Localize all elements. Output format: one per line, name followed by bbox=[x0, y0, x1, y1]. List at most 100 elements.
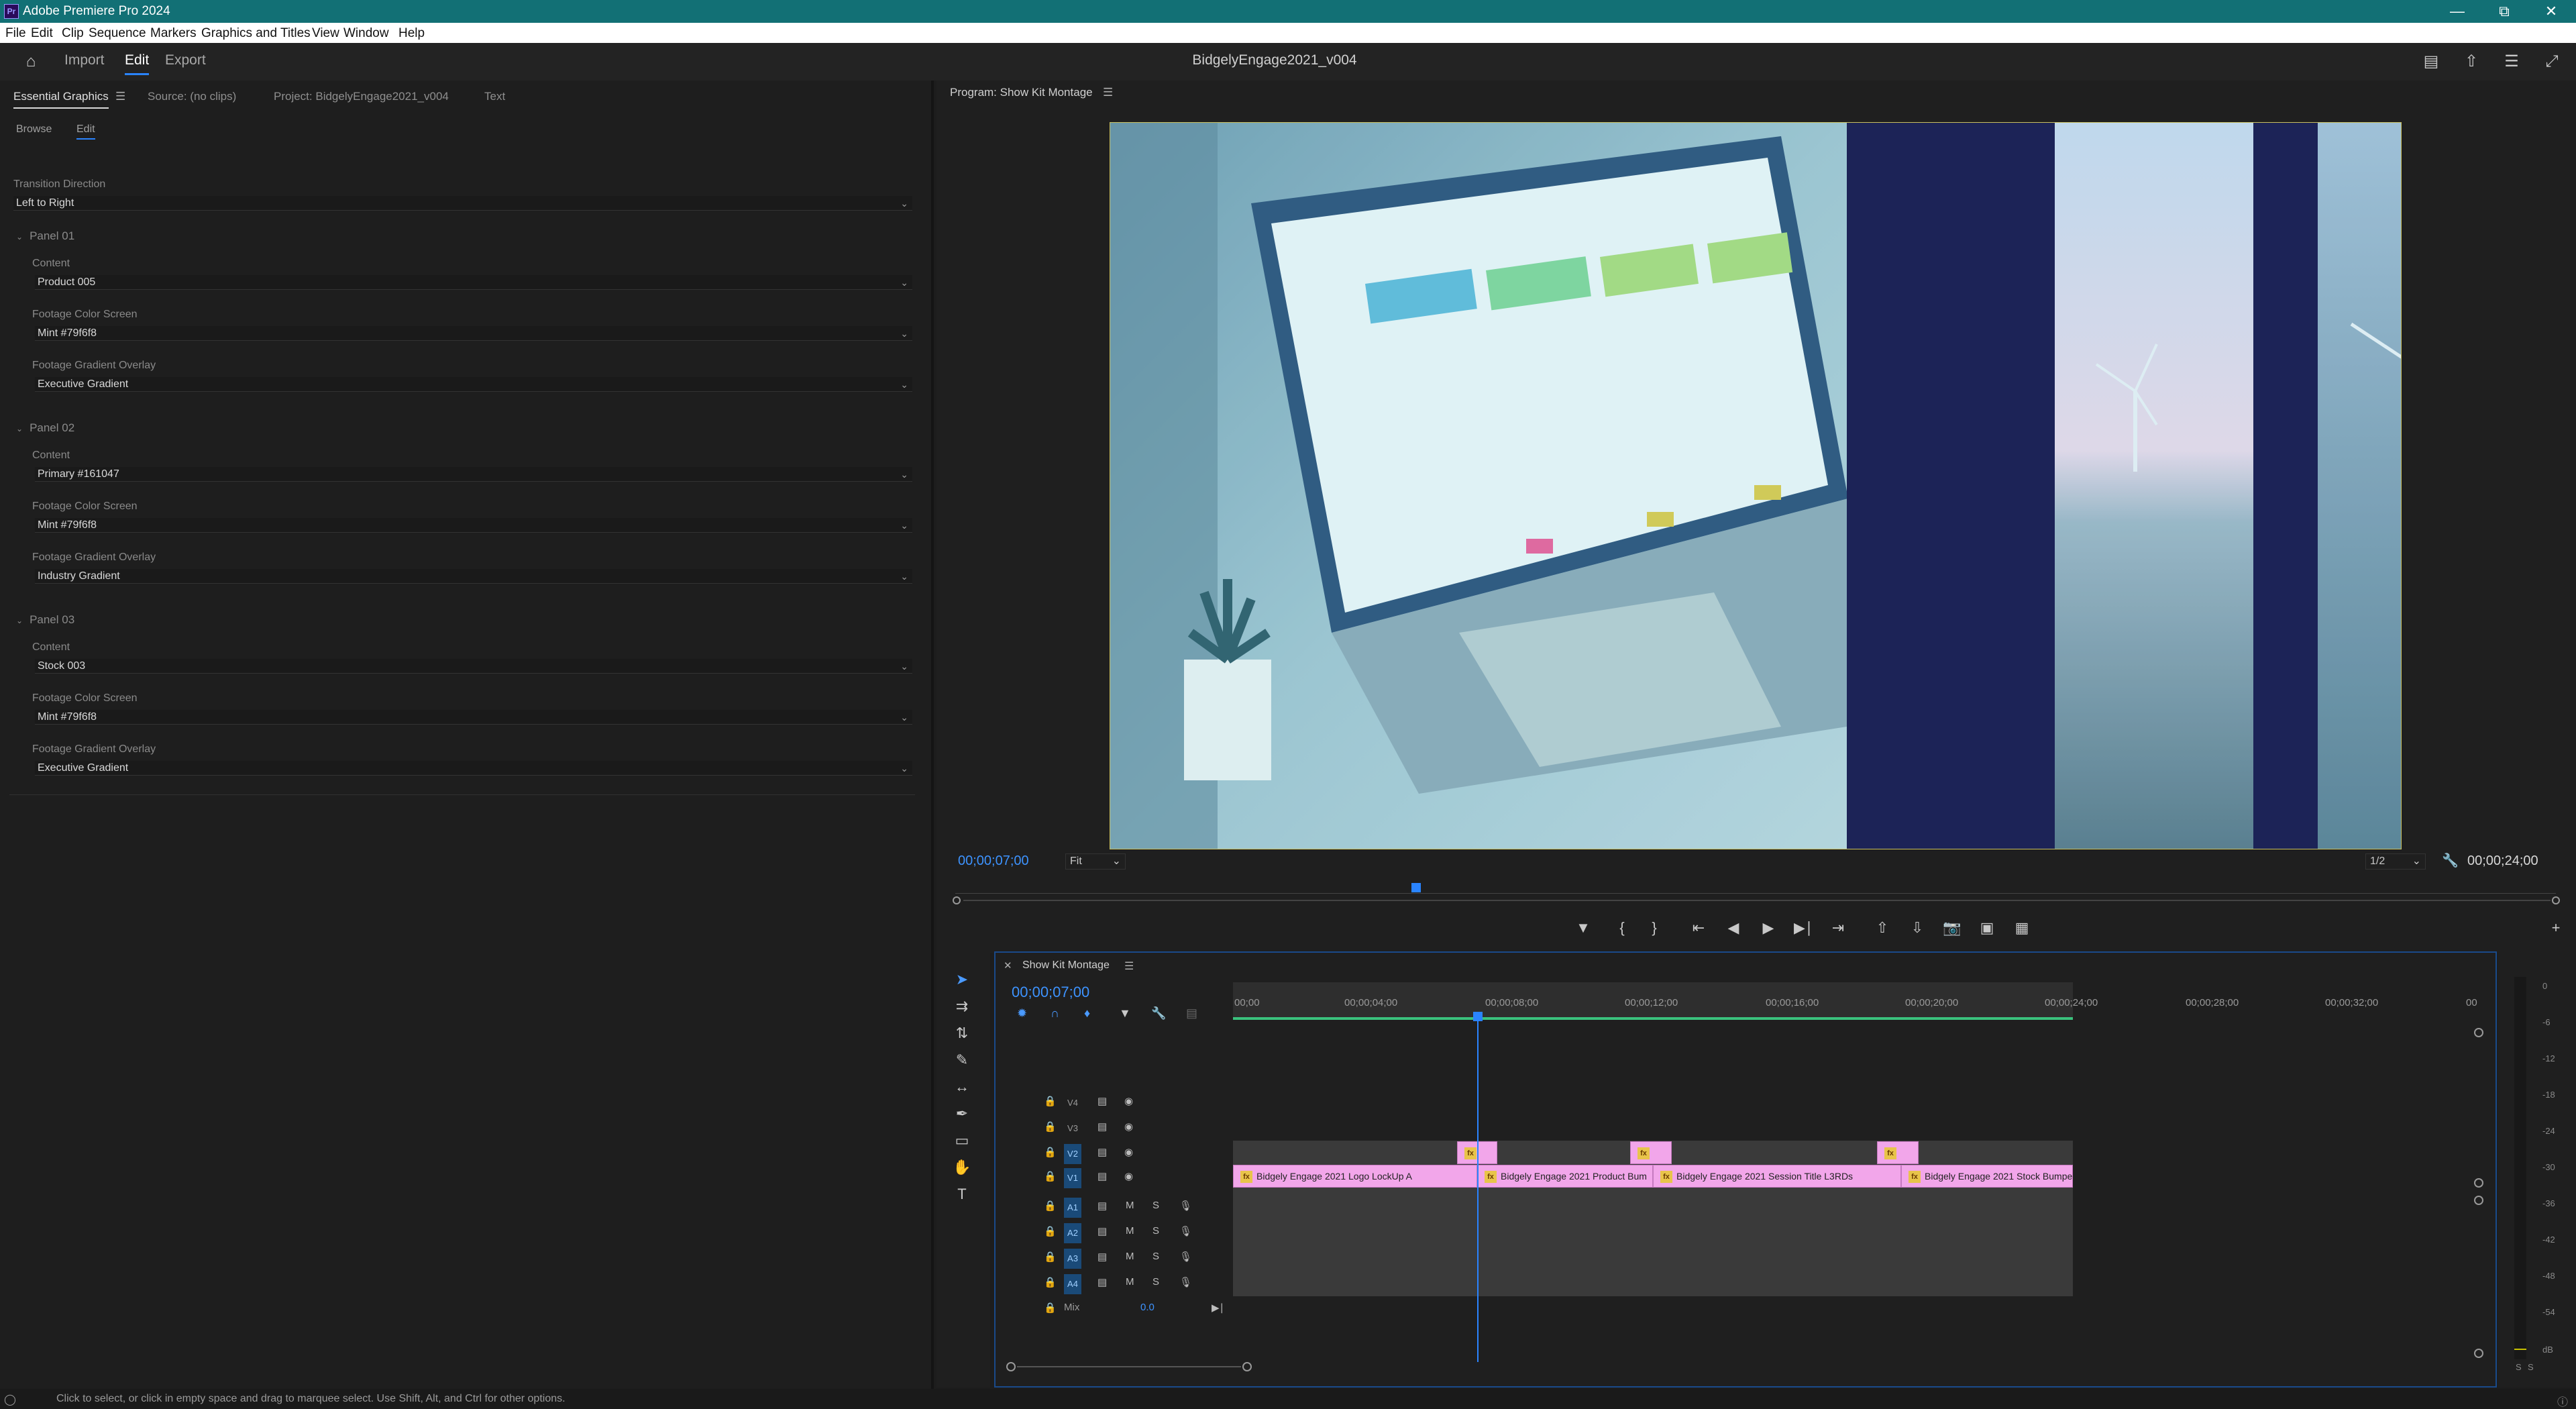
panel-01-header[interactable]: ⌄ Panel 01 bbox=[16, 229, 74, 243]
track-label[interactable]: V2 bbox=[1064, 1144, 1081, 1164]
compare-icon[interactable]: ▣ bbox=[1975, 918, 1999, 938]
timeline-scrollbar[interactable] bbox=[1017, 1366, 1241, 1367]
lock-icon[interactable]: 🔒 bbox=[1044, 1095, 1057, 1107]
menu-help[interactable]: Help bbox=[398, 26, 425, 41]
graphic-clip[interactable]: fx bbox=[1877, 1141, 1919, 1164]
razor-tool-icon[interactable]: ✎ bbox=[950, 1048, 974, 1072]
solo-button[interactable]: S bbox=[1152, 1251, 1159, 1262]
zoom-handle-right[interactable] bbox=[2552, 896, 2560, 904]
lock-icon[interactable]: 🔒 bbox=[1044, 1120, 1057, 1133]
resolution-dropdown[interactable]: 1/2 ⌄ bbox=[2365, 853, 2426, 870]
sync-icon[interactable]: ▤ bbox=[1097, 1146, 1107, 1158]
timeline-clip[interactable]: fx Bidgely Engage 2021 Stock Bumpe bbox=[1901, 1165, 2073, 1188]
tab-essential-graphics[interactable]: Essential Graphics bbox=[13, 90, 109, 109]
sync-icon[interactable]: ▤ bbox=[1097, 1120, 1107, 1133]
type-tool-icon[interactable]: T bbox=[950, 1182, 974, 1206]
solo-button[interactable]: S bbox=[1152, 1276, 1159, 1288]
info-icon[interactable]: ⓘ bbox=[2557, 1393, 2568, 1409]
vertical-scroll-handle[interactable] bbox=[2474, 1178, 2483, 1188]
zoom-handle-left[interactable] bbox=[953, 896, 961, 904]
timeline-settings-icon[interactable]: 🔧 bbox=[1151, 1006, 1166, 1021]
track-label[interactable]: A2 bbox=[1064, 1223, 1081, 1243]
nest-icon[interactable]: ✹ bbox=[1017, 1006, 1027, 1021]
go-to-out-icon[interactable]: ⇥ bbox=[1826, 918, 1850, 938]
vertical-scroll-handle[interactable] bbox=[2474, 1028, 2483, 1037]
eye-icon[interactable]: ◉ bbox=[1124, 1095, 1133, 1107]
panel-02-color-screen-dropdown[interactable]: Mint #79f6f8 ⌄ bbox=[35, 518, 912, 533]
panel-01-gradient-overlay-dropdown[interactable]: Executive Gradient ⌄ bbox=[35, 377, 912, 392]
solo-button[interactable]: S bbox=[1152, 1225, 1159, 1237]
track-label[interactable]: A3 bbox=[1064, 1249, 1081, 1269]
mute-button[interactable]: M bbox=[1126, 1225, 1134, 1237]
selection-tool-icon[interactable]: ➤ bbox=[950, 968, 974, 992]
tab-project[interactable]: Project: BidgelyEngage2021_v004 bbox=[274, 90, 449, 103]
microphone-icon[interactable]: 🎙 bbox=[1179, 1225, 1192, 1237]
eye-icon[interactable]: ◉ bbox=[1124, 1170, 1133, 1182]
lock-icon[interactable]: 🔒 bbox=[1044, 1200, 1057, 1212]
track-label[interactable]: V1 bbox=[1064, 1168, 1081, 1188]
panel-01-color-screen-dropdown[interactable]: Mint #79f6f8 ⌄ bbox=[35, 326, 912, 341]
subtab-browse[interactable]: Browse bbox=[16, 123, 52, 136]
timeline-clip[interactable]: fx Bidgely Engage 2021 Logo LockUp A bbox=[1233, 1165, 1477, 1188]
track-label[interactable]: V3 bbox=[1064, 1118, 1081, 1139]
close-icon[interactable]: ✕ bbox=[2528, 0, 2575, 23]
panel-03-content-dropdown[interactable]: Stock 003 ⌄ bbox=[35, 659, 912, 674]
vr-icon[interactable]: ▦ bbox=[2010, 918, 2034, 938]
tab-text[interactable]: Text bbox=[484, 90, 505, 103]
fit-dropdown[interactable]: Fit ⌄ bbox=[1065, 853, 1126, 870]
timeline-scroll-handle-left[interactable] bbox=[1006, 1362, 1016, 1371]
linked-selection-icon[interactable]: ♦ bbox=[1084, 1006, 1090, 1021]
marker-icon[interactable]: ▼ bbox=[1571, 918, 1595, 938]
panel-02-header[interactable]: ⌄ Panel 02 bbox=[16, 421, 74, 435]
export-frame-icon[interactable]: 📷 bbox=[1940, 918, 1964, 938]
timeline-timecode[interactable]: 00;00;07;00 bbox=[1012, 984, 1089, 1001]
sync-icon[interactable]: ▤ bbox=[1097, 1170, 1107, 1182]
sync-icon[interactable]: ▤ bbox=[1097, 1200, 1107, 1212]
graphic-clip[interactable]: fx bbox=[1630, 1141, 1672, 1164]
go-to-in-icon[interactable]: ⇤ bbox=[1686, 918, 1711, 938]
tab-edit[interactable]: Edit bbox=[125, 52, 150, 75]
microphone-icon[interactable]: 🎙 bbox=[1179, 1276, 1192, 1288]
workspaces-icon[interactable]: ☰ bbox=[2501, 51, 2522, 72]
meter-solo-right[interactable]: S bbox=[2528, 1362, 2534, 1372]
ripple-edit-tool-icon[interactable]: ⇅ bbox=[950, 1021, 974, 1045]
panel-02-gradient-overlay-dropdown[interactable]: Industry Gradient ⌄ bbox=[35, 569, 912, 584]
timeline-scroll-handle-right[interactable] bbox=[1242, 1362, 1252, 1371]
microphone-icon[interactable]: 🎙 bbox=[1179, 1200, 1192, 1212]
track-label[interactable]: A4 bbox=[1064, 1274, 1081, 1294]
menu-markers[interactable]: Markers bbox=[150, 26, 197, 41]
sync-icon[interactable]: ▤ bbox=[1097, 1095, 1107, 1107]
track-label[interactable]: A1 bbox=[1064, 1198, 1081, 1218]
timeline-clip[interactable]: fx Bidgely Engage 2021 Product Bum bbox=[1477, 1165, 1653, 1188]
eye-icon[interactable]: ◉ bbox=[1124, 1146, 1133, 1158]
track-select-tool-icon[interactable]: ⇉ bbox=[950, 994, 974, 1019]
snap-icon[interactable]: ∩ bbox=[1051, 1006, 1059, 1021]
step-back-icon[interactable]: ◀ bbox=[1721, 918, 1746, 938]
minimize-icon[interactable]: — bbox=[2434, 0, 2481, 23]
insert-icon[interactable]: ⇧ bbox=[1870, 918, 1894, 938]
tab-import[interactable]: Import bbox=[64, 52, 105, 68]
track-label[interactable]: V4 bbox=[1064, 1093, 1081, 1113]
lock-icon[interactable]: 🔒 bbox=[1044, 1251, 1057, 1263]
rectangle-tool-icon[interactable]: ▭ bbox=[950, 1129, 974, 1153]
mark-out-icon[interactable]: } bbox=[1642, 918, 1666, 938]
transition-direction-dropdown[interactable]: Left to Right ⌄ bbox=[13, 196, 912, 211]
mute-button[interactable]: M bbox=[1126, 1276, 1134, 1288]
eye-icon[interactable]: ◉ bbox=[1124, 1120, 1133, 1133]
mix-end-icon[interactable]: ▶∣ bbox=[1212, 1302, 1224, 1314]
mute-button[interactable]: M bbox=[1126, 1200, 1134, 1211]
tab-export[interactable]: Export bbox=[165, 52, 206, 68]
lock-icon[interactable]: 🔒 bbox=[1044, 1276, 1057, 1288]
plus-icon[interactable]: + bbox=[2544, 918, 2568, 938]
panel-03-color-screen-dropdown[interactable]: Mint #79f6f8 ⌄ bbox=[35, 710, 912, 725]
overwrite-icon[interactable]: ⇩ bbox=[1905, 918, 1929, 938]
panel-03-header[interactable]: ⌄ Panel 03 bbox=[16, 613, 74, 627]
captions-icon[interactable]: ▤ bbox=[2420, 51, 2442, 72]
subtab-edit[interactable]: Edit bbox=[76, 123, 95, 140]
play-icon[interactable]: ▶ bbox=[1756, 918, 1780, 938]
close-icon[interactable]: ✕ bbox=[1004, 959, 1012, 972]
lock-icon[interactable]: 🔒 bbox=[1044, 1170, 1057, 1182]
mix-volume-value[interactable]: 0.0 bbox=[1140, 1302, 1155, 1313]
playhead-marker[interactable] bbox=[1411, 883, 1421, 892]
microphone-icon[interactable]: 🎙 bbox=[1179, 1251, 1192, 1263]
